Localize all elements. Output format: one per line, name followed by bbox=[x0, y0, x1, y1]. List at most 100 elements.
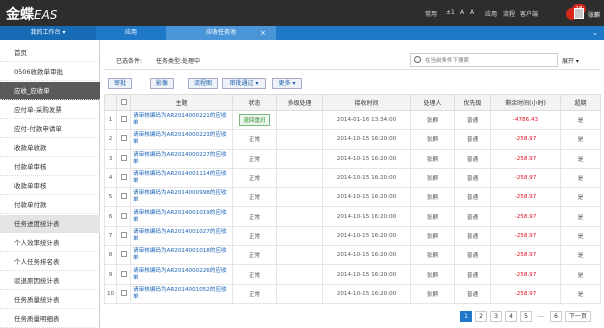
approve-button[interactable]: 审批 bbox=[108, 78, 132, 89]
row-handler: 张麒 bbox=[410, 264, 455, 285]
row-subject-link[interactable]: 请审核编码为AR2014001019的应收单 bbox=[130, 206, 233, 227]
col-multilevel[interactable]: 多级处理 bbox=[276, 94, 323, 111]
row-subject-link[interactable]: 请审核编码为AR2014000226的应收单 bbox=[130, 264, 233, 285]
row-priority: 普通 bbox=[454, 245, 491, 266]
sidebar-item-receipt-review[interactable]: 收款单审核 bbox=[0, 177, 100, 195]
row-checkbox[interactable] bbox=[116, 283, 131, 304]
page-1[interactable]: 1 bbox=[460, 311, 472, 322]
sidebar-item-receipt[interactable]: 收款单收款 bbox=[0, 139, 100, 157]
sidebar-item-quality-stats[interactable]: 任务质量统计表 bbox=[0, 291, 100, 309]
row-checkbox[interactable] bbox=[116, 187, 131, 208]
sidebar-item-purchase-invoice[interactable]: 应付单-采购发票 bbox=[0, 101, 100, 119]
nav-small-number[interactable]: ±1 bbox=[446, 9, 455, 16]
row-subject-link[interactable]: 请审核编码为AR2014000223的应收单 bbox=[130, 129, 233, 150]
page-2[interactable]: 2 bbox=[475, 311, 487, 322]
row-subject-link[interactable]: 请审核编码为AR2014001052的应收单 bbox=[130, 283, 233, 304]
col-subject[interactable]: 主题 bbox=[130, 94, 233, 111]
col-overdue[interactable]: 超期 bbox=[560, 94, 601, 111]
row-handler: 张麒 bbox=[410, 167, 455, 189]
tab-app[interactable]: 应用 bbox=[96, 26, 166, 40]
table-row[interactable]: 7 请审核编码为AR2014001027的应收单 正常 2014-10-15 16:2… bbox=[104, 225, 601, 247]
row-checkbox[interactable] bbox=[116, 264, 131, 285]
table-row[interactable]: 9 请审核编码为AR2014000226的应收单 正常 2014-10-15 16:2… bbox=[104, 264, 601, 285]
avatar[interactable] bbox=[574, 8, 584, 19]
next-page-button[interactable]: 下一页 bbox=[565, 311, 591, 322]
row-multilevel bbox=[276, 109, 323, 131]
table-row[interactable]: 4 请审核编码为AR2014001114的应收单 正常 2014-10-15 16:2… bbox=[104, 167, 601, 189]
tab-my-workbench[interactable]: 我的工作台 ▾ bbox=[0, 26, 96, 40]
row-checkbox[interactable] bbox=[116, 148, 131, 169]
page-5[interactable]: 5 bbox=[520, 311, 532, 322]
sidebar-item-task-progress[interactable]: 任务进度统计表 bbox=[0, 215, 100, 233]
row-multilevel bbox=[276, 187, 323, 208]
image-button[interactable]: 影像 bbox=[150, 78, 174, 89]
col-status[interactable]: 状态 bbox=[232, 94, 277, 111]
more-button[interactable]: 更多 ▾ bbox=[272, 78, 302, 89]
row-subject-link[interactable]: 请审核编码为AR2014000221的应收单 bbox=[130, 109, 233, 131]
row-subject-link[interactable]: 请审核编码为AR2014000998的应收单 bbox=[130, 187, 233, 208]
search-input[interactable] bbox=[425, 55, 555, 66]
table-row[interactable]: 2 请审核编码为AR2014000223的应收单 正常 2014-10-15 16:2… bbox=[104, 129, 601, 150]
row-subject-link[interactable]: 请审核编码为AR2014001027的应收单 bbox=[130, 225, 233, 247]
nav-client[interactable]: 客户端 bbox=[520, 9, 538, 18]
row-handler: 张麒 bbox=[410, 206, 455, 227]
col-received-time[interactable]: 接收时间 bbox=[322, 94, 411, 111]
page-6[interactable]: 6 bbox=[550, 311, 562, 322]
row-checkbox[interactable] bbox=[116, 129, 131, 150]
nav-flow[interactable]: 流程 bbox=[503, 9, 515, 18]
col-handler[interactable]: 处理人 bbox=[410, 94, 455, 111]
chevron-down-icon[interactable]: ⌄ bbox=[592, 26, 598, 40]
sidebar-item-receipt-approval[interactable]: 0506收款单审批 bbox=[0, 63, 100, 81]
table-row[interactable]: 5 请审核编码为AR2014000998的应收单 正常 2014-10-15 16:2… bbox=[104, 187, 601, 208]
flowchart-button[interactable]: 流程图 bbox=[188, 78, 218, 89]
nav-app[interactable]: 应用 bbox=[485, 9, 497, 18]
row-checkbox[interactable] bbox=[116, 109, 131, 131]
row-number: 10 bbox=[104, 283, 117, 304]
row-received-time: 2014-10-15 16:20:00 bbox=[322, 264, 411, 285]
approve-pass-button[interactable]: 审批通过 ▾ bbox=[222, 78, 266, 89]
sidebar-item-personal-efficiency[interactable]: 个人效率统计表 bbox=[0, 234, 100, 252]
row-checkbox[interactable] bbox=[116, 206, 131, 227]
col-remaining[interactable]: 剩余时间(小时) bbox=[490, 94, 561, 111]
search-icon[interactable] bbox=[414, 56, 421, 63]
filter-value: 任务类型:处理中 bbox=[156, 58, 201, 65]
row-priority: 普通 bbox=[454, 148, 491, 169]
row-priority: 普通 bbox=[454, 283, 491, 304]
row-subject-link[interactable]: 请审核编码为AR2014001018的应收单 bbox=[130, 245, 233, 266]
close-icon[interactable]: × bbox=[260, 26, 266, 40]
page-3[interactable]: 3 bbox=[490, 311, 502, 322]
row-checkbox[interactable] bbox=[116, 167, 131, 189]
table-header: 主题 状态 多级处理 接收时间 处理人 优先级 剩余时间(小时) 超期 bbox=[104, 94, 601, 111]
page-4[interactable]: 4 bbox=[505, 311, 517, 322]
sidebar-item-home[interactable]: 首页 bbox=[0, 44, 100, 62]
nav-common[interactable]: 常用 bbox=[425, 9, 437, 18]
font-small-button[interactable]: A bbox=[460, 9, 464, 16]
expand-button[interactable]: 展开 ▾ bbox=[562, 56, 579, 65]
table-row[interactable]: 10 请审核编码为AR2014001052的应收单 正常 2014-10-15 16:… bbox=[104, 283, 601, 304]
col-priority[interactable]: 优先级 bbox=[454, 94, 491, 111]
row-subject-link[interactable]: 请审核编码为AR2014000227的应收单 bbox=[130, 148, 233, 169]
sidebar-item-receivable[interactable]: 应收_应收单 bbox=[0, 82, 100, 100]
sidebar-item-task-ranking[interactable]: 个人任务排名表 bbox=[0, 253, 100, 271]
table-row[interactable]: 8 请审核编码为AR2014001018的应收单 正常 2014-10-15 16:2… bbox=[104, 245, 601, 266]
sidebar-item-quality-detail[interactable]: 任务质量明细表 bbox=[0, 310, 100, 328]
sidebar-item-payment-request[interactable]: 应付-付款申请单 bbox=[0, 120, 100, 138]
font-large-button[interactable]: A bbox=[470, 9, 474, 16]
select-all-checkbox[interactable] bbox=[116, 94, 131, 111]
table-row[interactable]: 1 请审核编码为AR2014000221的应收单 退回重扫 2014-01-16 13… bbox=[104, 109, 601, 131]
sidebar-item-payment-review[interactable]: 付款单审核 bbox=[0, 158, 100, 176]
table-row[interactable]: 6 请审核编码为AR2014001019的应收单 正常 2014-10-15 16:2… bbox=[104, 206, 601, 227]
user-name[interactable]: 张麒 bbox=[588, 10, 600, 19]
row-number: 1 bbox=[104, 109, 117, 131]
row-number: 7 bbox=[104, 225, 117, 247]
table-row[interactable]: 3 请审核编码为AR2014000227的应收单 正常 2014-10-15 16:2… bbox=[104, 148, 601, 169]
row-subject-link[interactable]: 请审核编码为AR2014001114的应收单 bbox=[130, 167, 233, 189]
row-checkbox[interactable] bbox=[116, 225, 131, 247]
sidebar-item-reject-reasons[interactable]: 驳退原因统计表 bbox=[0, 272, 100, 290]
row-received-time: 2014-10-15 16:20:00 bbox=[322, 148, 411, 169]
row-checkbox[interactable] bbox=[116, 245, 131, 266]
row-remaining: -258.97 bbox=[490, 283, 561, 304]
sidebar-item-payment[interactable]: 付款单付款 bbox=[0, 196, 100, 214]
row-status: 正常 bbox=[232, 283, 277, 304]
main-panel: 已选条件: 任务类型:处理中 展开 ▾ 审批 影像 流程图 审批通过 ▾ 更多 … bbox=[104, 46, 604, 328]
